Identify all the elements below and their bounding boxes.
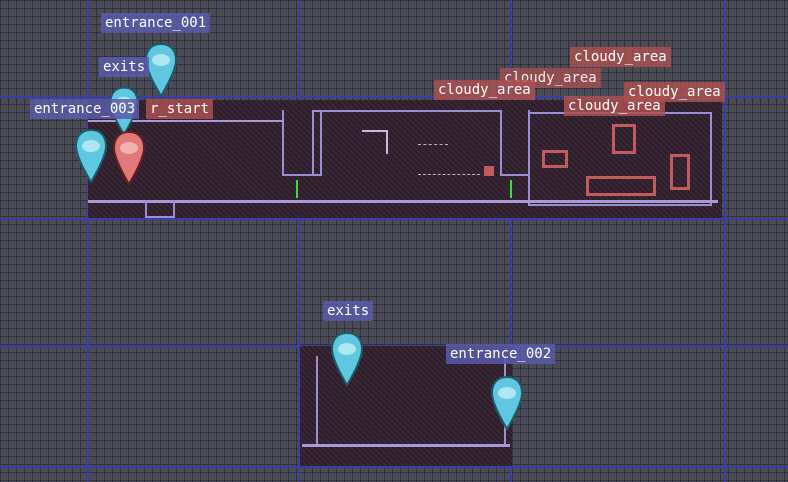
cloudy-area-region[interactable] <box>670 154 690 190</box>
entity-label-entrance-003[interactable]: entrance_003 <box>30 99 140 119</box>
decoration <box>418 144 448 146</box>
floor-line <box>88 200 718 203</box>
entity-label-exits[interactable]: exits <box>99 57 150 77</box>
wall-segment <box>500 110 530 176</box>
level-editor-canvas[interactable]: entrance_001 exits entrance_003 r_start … <box>0 0 788 482</box>
entity-label-entrance-001[interactable]: entrance_001 <box>101 13 211 33</box>
map-pin-icon[interactable] <box>490 374 524 432</box>
cloudy-area-region[interactable] <box>542 150 568 168</box>
entity-label-cloudy-area[interactable]: cloudy_area <box>434 80 535 100</box>
entity-label-player-start[interactable]: r_start <box>146 99 214 119</box>
grid-line <box>0 466 788 468</box>
map-pin-icon[interactable] <box>74 126 108 186</box>
hazard-block[interactable] <box>484 166 494 176</box>
grid-line <box>0 218 788 220</box>
map-pin-icon[interactable] <box>112 128 146 188</box>
map-pin-icon[interactable] <box>330 330 364 388</box>
floor-line <box>302 444 510 447</box>
grid-line <box>724 0 726 482</box>
door-marker[interactable] <box>510 180 512 198</box>
cloudy-area-region[interactable] <box>612 124 636 154</box>
entity-label-entrance-002[interactable]: entrance_002 <box>446 344 556 364</box>
door-marker[interactable] <box>296 180 298 198</box>
grid-line <box>87 0 89 482</box>
decoration <box>418 174 480 176</box>
wall-segment <box>312 110 502 176</box>
cloudy-area-region[interactable] <box>586 176 656 196</box>
entity-label-exits[interactable]: exits <box>323 301 374 321</box>
entity-label-cloudy-area[interactable]: cloudy_area <box>564 96 665 116</box>
pit <box>145 200 175 218</box>
entity-label-cloudy-area[interactable]: cloudy_area <box>570 47 671 67</box>
decoration <box>362 130 388 154</box>
